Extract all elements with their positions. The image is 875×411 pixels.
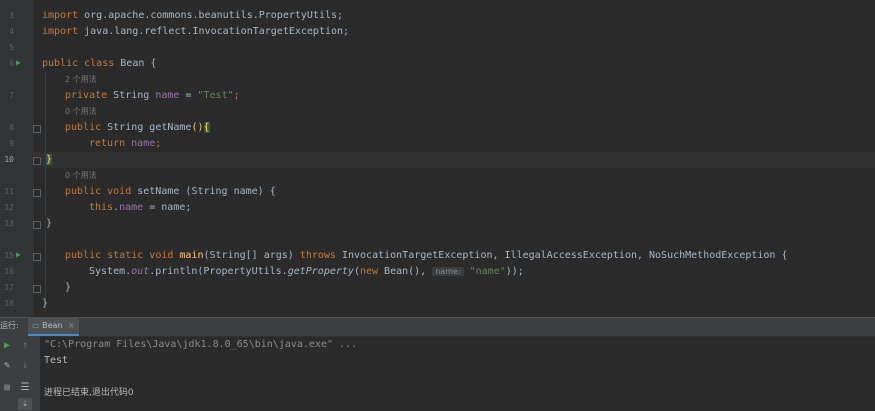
line-number: 3 [9, 11, 14, 20]
line-number: 18 [4, 299, 14, 308]
line-gutter: 3 4 5 6 7 8 9 10 11 12 13 15 16 17 18 ▶ … [0, 0, 34, 317]
line-number: 8 [9, 123, 14, 132]
usages-hint[interactable]: 0 个用法 [65, 104, 97, 120]
code-line-setter-body: this.name = name; [89, 202, 192, 213]
code-editor[interactable]: 3 4 5 6 7 8 9 10 11 12 13 15 16 17 18 ▶ … [0, 0, 875, 317]
line-number: 5 [9, 43, 14, 52]
run-tab-bean[interactable]: ▭ Bean × [28, 318, 79, 336]
run-title: 运行: [0, 321, 19, 330]
code-line-setter-decl: public void setName (String name) { [65, 186, 276, 197]
fold-marker-icon[interactable] [33, 221, 41, 229]
stop-icon[interactable]: ■ [0, 382, 14, 394]
current-line-highlight [34, 152, 875, 168]
scroll-to-end-icon[interactable]: ⇣ [18, 398, 32, 410]
arrow-up-icon[interactable]: ↑ [18, 340, 32, 352]
indent-guide [45, 72, 46, 312]
console-output-line: Test [44, 355, 69, 366]
line-number: 16 [4, 267, 14, 276]
line-number: 12 [4, 203, 14, 212]
code-line-field: private String name = "Test"; [65, 90, 240, 101]
run-class-icon[interactable]: ▶ [16, 55, 21, 71]
fold-marker-icon[interactable] [33, 189, 41, 197]
app-icon: ▭ [32, 321, 40, 330]
fold-marker-icon[interactable] [33, 157, 41, 165]
fold-marker-icon[interactable] [33, 285, 41, 293]
code-line-main-decl: public static void main(String[] args) t… [65, 250, 788, 261]
line-number: 15 [4, 251, 14, 260]
line-number: 17 [4, 283, 14, 292]
code-line-main-close: } [65, 282, 72, 293]
soft-wrap-icon[interactable]: ☰ [18, 382, 32, 394]
wrench-icon[interactable]: ✎ [0, 360, 14, 372]
usages-hint[interactable]: 0 个用法 [65, 168, 97, 184]
code-line-getter-close: } [46, 154, 53, 165]
arrow-down-icon[interactable]: ↓ [18, 360, 32, 372]
console-exit-line: 进程已结束,退出代码0 [44, 388, 134, 398]
code-line-import-propertyutils: import org.apache.commons.beanutils.Prop… [42, 10, 344, 21]
run-header: 运行: ▭ Bean × [0, 317, 875, 337]
console-command-line: "C:\Program Files\Java\jdk1.8.0_65\bin\j… [44, 339, 358, 350]
code-line-import-ite: import java.lang.reflect.InvocationTarge… [42, 26, 350, 37]
close-icon[interactable]: × [68, 321, 75, 330]
run-toolbar: ▶ ↑ ✎ ↓ ■ ☰ ⇣ [0, 336, 40, 411]
run-tool-window: 运行: ▭ Bean × ▶ ↑ ✎ ↓ ■ ☰ ⇣ "C:\Program F… [0, 317, 875, 411]
code-line-setter-close: } [46, 218, 53, 229]
code-line-getter-decl: public String getName(){ [65, 122, 210, 133]
line-number: 13 [4, 219, 14, 228]
line-number: 4 [9, 27, 14, 36]
code-line-class-decl: public class Bean { [42, 58, 157, 69]
fold-marker-icon[interactable] [33, 253, 41, 261]
code-line-class-close: } [42, 298, 49, 309]
line-number: 7 [9, 91, 14, 100]
usages-hint[interactable]: 2 个用法 [65, 72, 97, 88]
param-inlay-hint: name: [432, 267, 464, 276]
fold-marker-icon[interactable] [33, 125, 41, 133]
run-main-icon[interactable]: ▶ [16, 247, 21, 263]
rerun-icon[interactable]: ▶ [0, 340, 14, 352]
line-number: 10 [4, 155, 14, 164]
code-line-return: return name; [89, 138, 162, 149]
code-line-println: System.out.println(PropertyUtils.getProp… [89, 266, 524, 277]
run-tab-label: Bean [42, 321, 63, 330]
line-number: 11 [4, 187, 14, 196]
line-number: 9 [9, 139, 14, 148]
line-number: 6 [9, 59, 14, 68]
